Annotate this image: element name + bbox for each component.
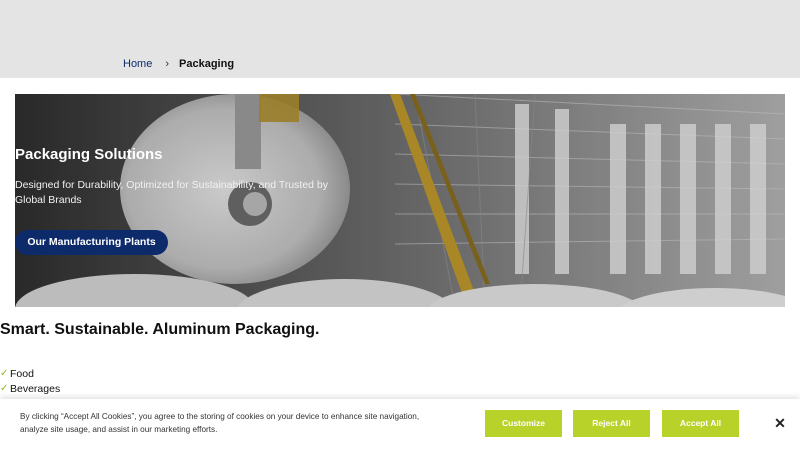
breadcrumb-home-link[interactable]: Home — [123, 58, 152, 70]
breadcrumb-current: Packaging — [179, 58, 235, 70]
cookie-consent-text: By clicking “Accept All Cookies”, you ag… — [20, 412, 420, 434]
manufacturing-plants-button[interactable]: Our Manufacturing Plants — [15, 230, 168, 255]
check-icon: ✓ — [0, 383, 9, 394]
list-item: ✓ Food — [0, 366, 60, 381]
close-icon[interactable]: ✕ — [772, 415, 788, 431]
packaging-checklist: ✓ Food ✓ Beverages — [0, 366, 60, 396]
customize-button[interactable]: Customize — [485, 410, 562, 437]
section-title: Smart. Sustainable. Aluminum Packaging. — [0, 321, 320, 338]
accept-all-button[interactable]: Accept All — [662, 410, 739, 437]
list-item-label: Beverages — [10, 382, 61, 395]
hero-banner: Packaging Solutions Designed for Durabil… — [15, 94, 785, 307]
hero-subtitle: Designed for Durability, Optimized for S… — [15, 179, 329, 206]
hero-title: Packaging Solutions — [15, 146, 163, 163]
check-icon: ✓ — [0, 368, 9, 379]
reject-all-button[interactable]: Reject All — [573, 410, 650, 437]
list-item-label: Food — [10, 367, 34, 380]
top-header-bar — [0, 0, 800, 78]
list-item: ✓ Beverages — [0, 381, 60, 396]
chevron-right-icon: › — [165, 58, 170, 70]
cookie-consent-banner: By clicking “Accept All Cookies”, you ag… — [0, 399, 800, 450]
breadcrumb: Home › Packaging — [123, 58, 234, 70]
